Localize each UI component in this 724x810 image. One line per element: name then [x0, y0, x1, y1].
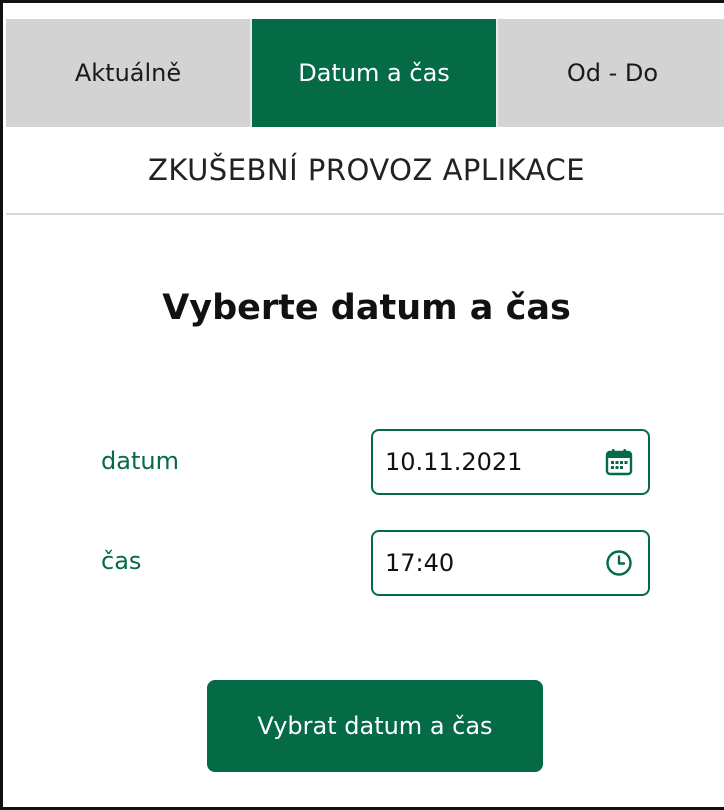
select-date-time-button[interactable]: Vybrat datum a čas — [207, 680, 543, 772]
date-value: 10.11.2021 — [385, 448, 523, 476]
tab-label: Datum a čas — [298, 59, 450, 87]
date-label: datum — [101, 447, 179, 475]
clock-icon[interactable] — [604, 548, 634, 578]
trial-notice: ZKUŠEBNÍ PROVOZ APLIKACE — [6, 127, 724, 215]
tab-label: Od - Do — [566, 59, 659, 87]
page-title: Vyberte datum a čas — [162, 288, 571, 328]
app-frame: Aktuálně Datum a čas Od - Do ZKUŠEBNÍ PR… — [0, 0, 724, 810]
time-label: čas — [101, 547, 142, 575]
tab-bar: Aktuálně Datum a čas Od - Do — [6, 19, 724, 127]
tab-label: Aktuálně — [74, 59, 182, 87]
date-input[interactable]: 10.11.2021 — [371, 429, 650, 495]
calendar-icon[interactable] — [604, 447, 634, 477]
time-input[interactable]: 17:40 — [371, 530, 650, 596]
tab-aktualne[interactable]: Aktuálně — [6, 19, 252, 127]
time-value: 17:40 — [385, 549, 455, 577]
tab-od-do[interactable]: Od - Do — [496, 19, 724, 127]
tab-datum-a-cas[interactable]: Datum a čas — [252, 19, 496, 127]
